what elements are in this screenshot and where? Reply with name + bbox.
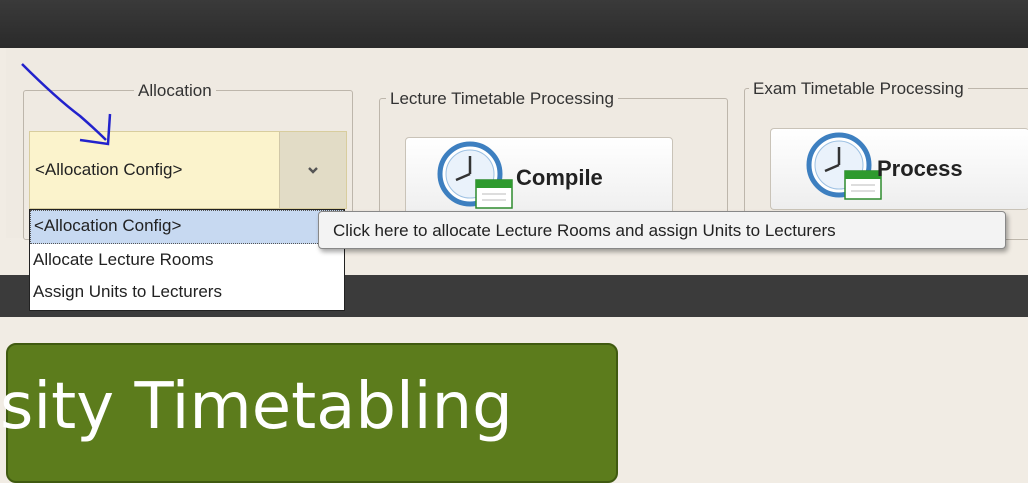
process-button-label: Process xyxy=(877,156,963,181)
allocation-group-title: Allocation xyxy=(134,81,216,101)
top-dark-band xyxy=(0,0,1028,48)
banner-title: sity Timetabling xyxy=(0,370,513,444)
dropdown-item-allocate-lecture-rooms[interactable]: Allocate Lecture Rooms xyxy=(30,244,344,276)
allocation-dropdown-list: <Allocation Config> Allocate Lecture Roo… xyxy=(29,209,345,311)
calendar-clock-icon xyxy=(437,141,513,209)
compile-button[interactable]: Compile xyxy=(405,137,673,219)
process-button[interactable]: Process xyxy=(770,128,1028,210)
hand-drawn-arrow-icon xyxy=(21,63,112,146)
allocation-combo-value: <Allocation Config> xyxy=(35,160,183,179)
chevron-down-icon xyxy=(308,167,318,174)
tooltip: Click here to allocate Lecture Rooms and… xyxy=(318,211,1006,249)
compile-button-label: Compile xyxy=(516,165,603,190)
dropdown-item-assign-units[interactable]: Assign Units to Lecturers xyxy=(30,276,344,308)
calendar-clock-icon xyxy=(806,132,882,200)
lecture-group-title: Lecture Timetable Processing xyxy=(386,89,618,109)
dropdown-item-allocation-config[interactable]: <Allocation Config> xyxy=(30,210,344,244)
allocation-combo-dropdown-button[interactable] xyxy=(279,132,346,208)
exam-group-title: Exam Timetable Processing xyxy=(749,79,968,99)
